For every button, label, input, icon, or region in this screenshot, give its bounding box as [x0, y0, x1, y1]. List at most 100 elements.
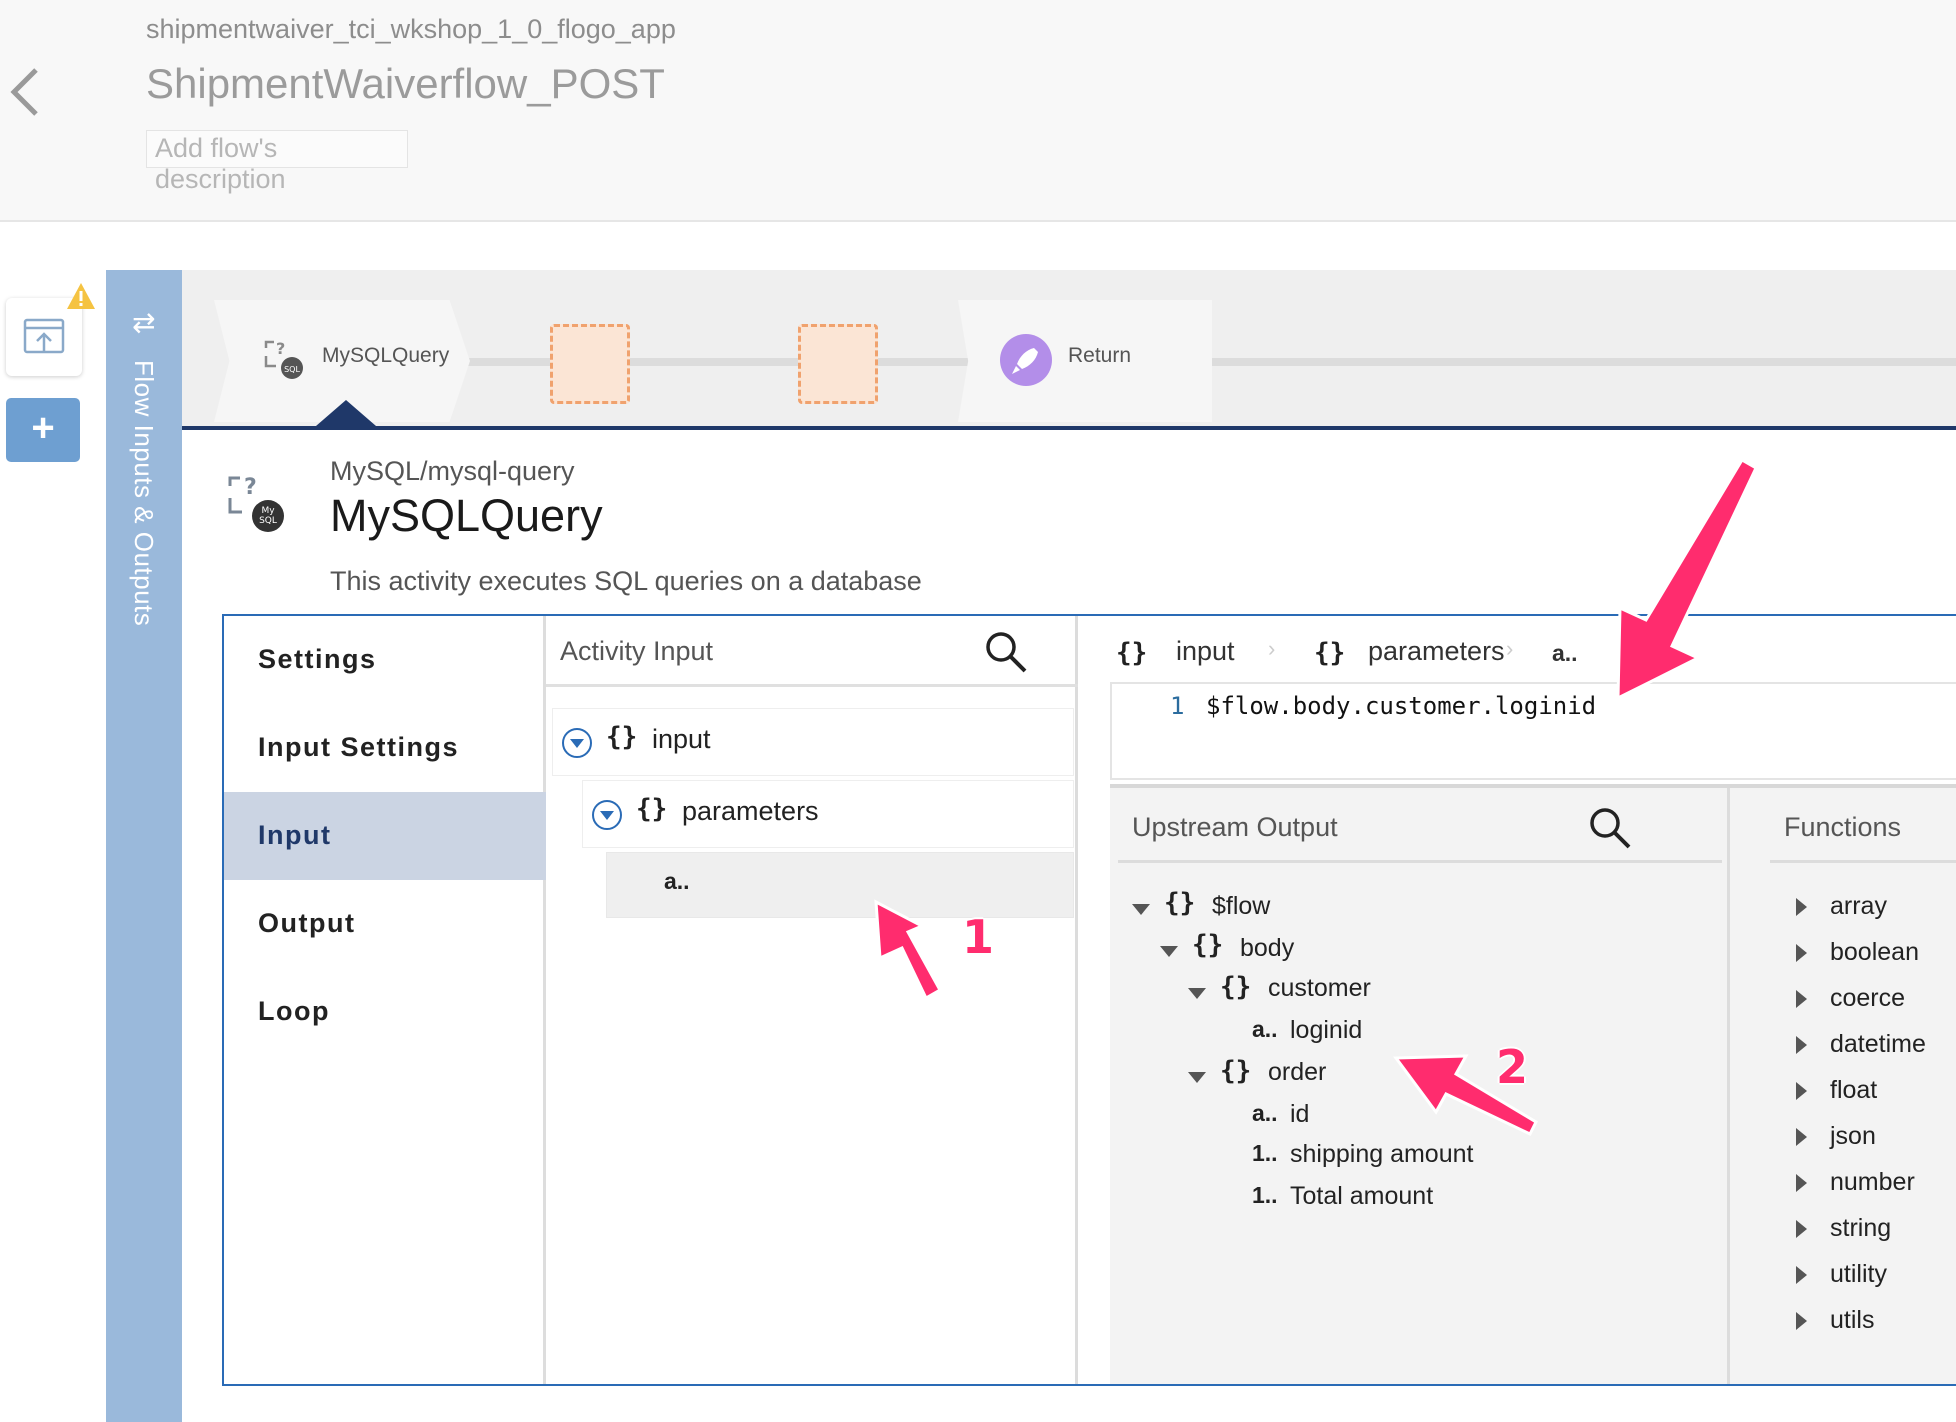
tree-node-id[interactable]: id: [1290, 1100, 1309, 1129]
empty-activity-slot[interactable]: [550, 324, 630, 404]
function-category[interactable]: coerce: [1830, 984, 1905, 1013]
nav-input[interactable]: Input: [224, 792, 546, 880]
tree-node-body[interactable]: body: [1240, 934, 1294, 963]
caret-right-icon[interactable]: [1796, 944, 1807, 962]
caret-down-icon[interactable]: [1188, 988, 1206, 999]
nav-settings[interactable]: Settings: [224, 616, 546, 704]
svg-text:SQL: SQL: [259, 516, 277, 526]
warning-icon: [67, 283, 95, 309]
function-category[interactable]: boolean: [1830, 938, 1919, 967]
mapper-area: {} input › {} parameters › a.. 1 $flow.b…: [1078, 616, 1956, 1384]
svg-text:SQL: SQL: [284, 365, 300, 374]
node-label: parameters: [682, 796, 819, 826]
rocket-icon: [1000, 334, 1052, 386]
svg-text:My: My: [261, 506, 275, 516]
tree-node-shipping-amount[interactable]: shipping amount: [1290, 1140, 1473, 1169]
functions-pane: Functions array boolean coerce datetime …: [1730, 788, 1956, 1384]
caret-right-icon[interactable]: [1796, 1312, 1807, 1330]
flow-header: shipmentwaiver_tci_wkshop_1_0_flogo_app …: [0, 0, 1956, 222]
annotation-number-2: 2: [1496, 1040, 1529, 1094]
functions-title: Functions: [1784, 812, 1902, 842]
activity-config-panel: Settings Input Settings Input Output Loo…: [222, 614, 1956, 1386]
caret-down-icon[interactable]: [1132, 904, 1150, 915]
config-nav: Settings Input Settings Input Output Loo…: [224, 616, 546, 1384]
tile-label: MySQLQuery: [322, 344, 450, 367]
divider: [546, 684, 1078, 687]
flow-name[interactable]: ShipmentWaiverflow_POST: [146, 60, 665, 108]
breadcrumb-parameters[interactable]: parameters: [1368, 636, 1505, 667]
swap-arrows-icon: ⇄: [132, 307, 156, 338]
caret-right-icon[interactable]: [1796, 1174, 1807, 1192]
caret-right-icon[interactable]: [1796, 1036, 1807, 1054]
function-category[interactable]: datetime: [1830, 1030, 1926, 1059]
activity-title[interactable]: MySQLQuery: [330, 490, 603, 542]
object-icon: {}: [1116, 638, 1148, 668]
number-type-icon: 1..: [1252, 1182, 1278, 1208]
annotation-number-1: 1: [962, 910, 995, 964]
caret-down-icon[interactable]: [1188, 1072, 1206, 1083]
object-icon: {}: [1220, 1056, 1252, 1086]
tree-node-loginid[interactable]: loginid: [1290, 1016, 1362, 1045]
caret-right-icon[interactable]: [1796, 990, 1807, 1008]
back-arrow-icon[interactable]: [8, 66, 42, 118]
nav-input-settings[interactable]: Input Settings: [224, 704, 546, 792]
flow-inputs-outputs-tab[interactable]: ⇄ Flow Inputs & Outputs: [106, 270, 182, 1422]
svg-text:?: ?: [276, 339, 285, 358]
nav-output[interactable]: Output: [224, 880, 546, 968]
object-icon: {}: [606, 722, 638, 752]
search-icon[interactable]: [1588, 806, 1632, 850]
mapping-expression-editor[interactable]: 1 $flow.body.customer.loginid: [1110, 682, 1956, 780]
breadcrumb-separator: ›: [1268, 636, 1276, 661]
divider: [1118, 860, 1722, 863]
app-name: shipmentwaiver_tci_wkshop_1_0_flogo_app: [146, 14, 676, 44]
tile-label: Return: [1068, 344, 1132, 367]
selected-tile-indicator: [316, 400, 376, 426]
flow-description-field[interactable]: Add flow's description: [146, 130, 408, 194]
string-type-icon: a..: [664, 868, 690, 894]
caret-right-icon[interactable]: [1796, 1128, 1807, 1146]
breadcrumb-input[interactable]: input: [1176, 636, 1235, 667]
number-type-icon: 1..: [1252, 1140, 1278, 1166]
line-number: 1: [1170, 692, 1185, 720]
breadcrumb-separator: ›: [1506, 636, 1514, 661]
search-icon[interactable]: [984, 630, 1028, 674]
function-category[interactable]: utils: [1830, 1306, 1874, 1335]
tree-node-total-amount[interactable]: Total amount: [1290, 1182, 1433, 1211]
breadcrumb-string[interactable]: a..: [1552, 640, 1578, 667]
function-category[interactable]: number: [1830, 1168, 1915, 1197]
function-category[interactable]: float: [1830, 1076, 1877, 1105]
plus-icon: +: [31, 406, 55, 450]
upstream-output-title: Upstream Output: [1132, 812, 1338, 842]
tree-node-order[interactable]: order: [1268, 1058, 1326, 1087]
add-trigger-button[interactable]: +: [6, 398, 80, 462]
caret-right-icon[interactable]: [1796, 1220, 1807, 1238]
function-category[interactable]: array: [1830, 892, 1887, 921]
string-type-icon: a..: [1252, 1100, 1278, 1126]
trigger-icon: [23, 318, 65, 354]
object-icon: {}: [1192, 930, 1224, 960]
collapse-icon[interactable]: [562, 728, 592, 758]
activity-input-pane: Activity Input {} input {} parameters a.…: [546, 616, 1078, 1384]
mapping-expression[interactable]: $flow.body.customer.loginid: [1206, 692, 1596, 720]
divider: [1770, 860, 1956, 863]
tree-node-flow[interactable]: $flow: [1212, 892, 1270, 921]
activity-input-title: Activity Input: [560, 636, 714, 666]
collapse-icon[interactable]: [592, 800, 622, 830]
caret-right-icon[interactable]: [1796, 1082, 1807, 1100]
function-category[interactable]: json: [1830, 1122, 1876, 1151]
function-category[interactable]: utility: [1830, 1260, 1887, 1289]
object-icon: {}: [636, 794, 668, 824]
caret-right-icon[interactable]: [1796, 1266, 1807, 1284]
empty-activity-slot[interactable]: [798, 324, 878, 404]
object-icon: {}: [1220, 972, 1252, 1002]
mysql-icon: ? SQL: [264, 339, 303, 379]
caret-right-icon[interactable]: [1796, 898, 1807, 916]
activity-description: This activity executes SQL queries on a …: [330, 566, 922, 596]
string-type-icon: a..: [1252, 1016, 1278, 1042]
node-label: input: [652, 724, 711, 754]
caret-down-icon[interactable]: [1160, 946, 1178, 957]
nav-loop[interactable]: Loop: [224, 968, 546, 1056]
function-category[interactable]: string: [1830, 1214, 1891, 1243]
tree-node-customer[interactable]: customer: [1268, 974, 1371, 1003]
mysql-activity-icon: ? My SQL: [228, 475, 284, 532]
